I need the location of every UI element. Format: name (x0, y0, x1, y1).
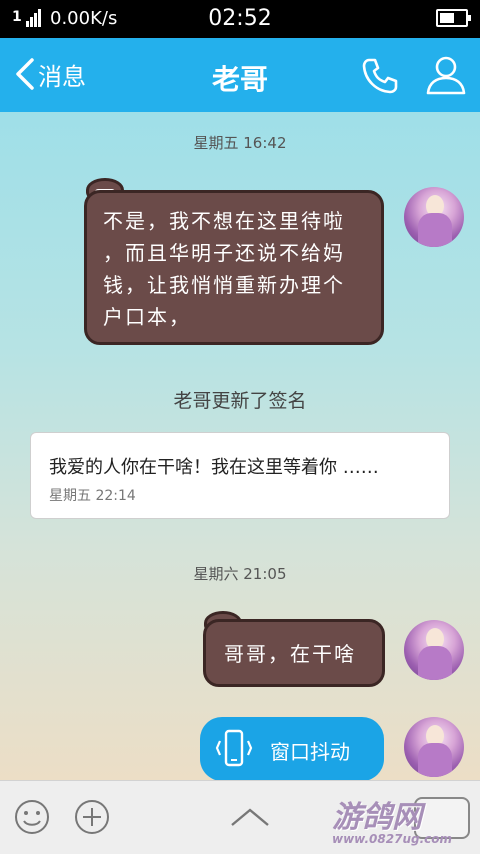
input-bar (0, 780, 480, 854)
message-text: 不是，我不想在这里待啦 ，而且华明子还说不给妈 钱，让我悄悄重新办理个 户口本， (103, 209, 345, 329)
back-button[interactable]: 消息 (14, 54, 86, 94)
message-bubble[interactable]: 哥哥，在干啥 (203, 619, 385, 687)
voice-input-icon[interactable] (414, 797, 470, 839)
back-label: 消息 (38, 62, 86, 91)
clock: 02:52 (208, 6, 272, 31)
chat-title: 老哥 (211, 63, 268, 96)
system-notification: 老哥更新了签名 (173, 390, 307, 412)
shake-phone-icon (215, 729, 253, 767)
chat-header: 消息 老哥 (0, 38, 480, 112)
emoji-icon[interactable] (14, 799, 50, 835)
shake-label: 窗口抖动 (270, 740, 350, 764)
avatar[interactable] (404, 717, 464, 777)
message-bubble[interactable]: 不是，我不想在这里待啦 ，而且华明子还说不给妈 钱，让我悄悄重新办理个 户口本， (84, 190, 384, 345)
avatar[interactable] (404, 620, 464, 680)
chat-history[interactable]: 星期五 16:42 ❦ 不是，我不想在这里待啦 ，而且华明子还说不给妈 钱，让我… (0, 112, 480, 780)
chevron-left-icon (16, 58, 34, 90)
chevron-up-icon[interactable] (230, 807, 270, 827)
timestamp: 星期五 16:42 (193, 134, 287, 152)
message-text: 哥哥，在干啥 (224, 642, 356, 666)
signature-text: 我爱的人你在干啥！我在这里等着你 …… (49, 457, 379, 478)
timestamp: 星期六 21:05 (193, 565, 287, 583)
status-bar: 1 0.00K/s 02:52 (0, 0, 480, 38)
signature-card[interactable]: 我爱的人你在干啥！我在这里等着你 …… 星期五 22:14 (30, 432, 450, 519)
battery-icon (436, 9, 471, 27)
phone-icon[interactable] (360, 56, 400, 96)
signature-time: 星期五 22:14 (49, 488, 136, 504)
person-icon[interactable] (424, 54, 468, 96)
plus-icon[interactable] (74, 799, 110, 835)
avatar[interactable] (404, 187, 464, 247)
window-shake-bubble[interactable]: 窗口抖动 (200, 717, 384, 780)
